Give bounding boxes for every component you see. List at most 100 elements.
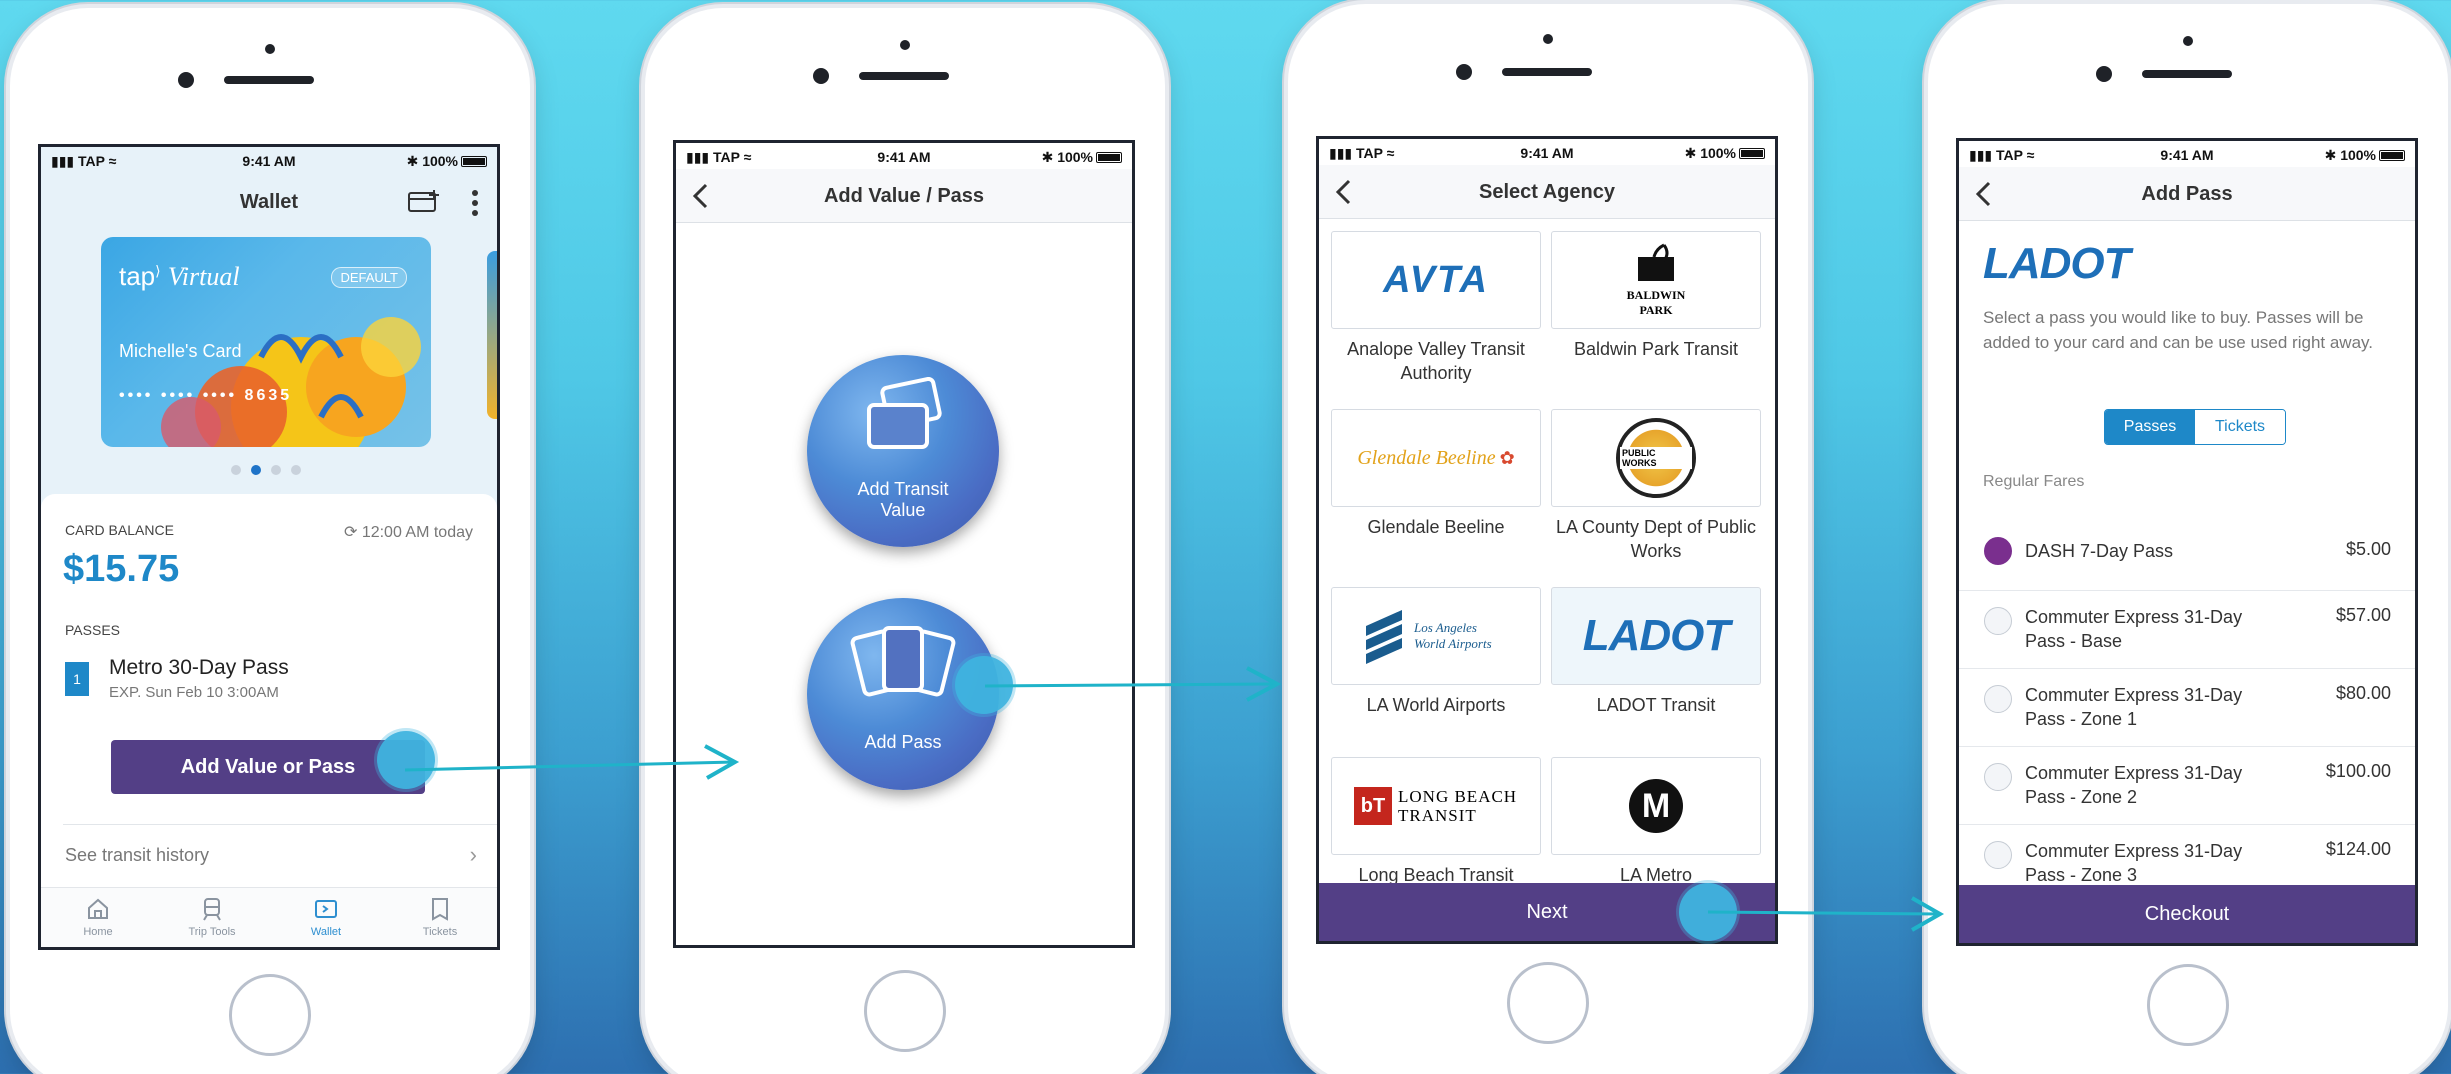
history-link[interactable]: See transit history › bbox=[65, 828, 477, 882]
metro-logo: M bbox=[1629, 779, 1683, 833]
agency-ladot-transit[interactable]: LADOT LADOT Transit bbox=[1551, 587, 1761, 717]
pass-row[interactable]: Commuter Express 31-Day Pass - Base $57.… bbox=[1959, 591, 2415, 669]
carousel-dots bbox=[231, 465, 301, 475]
ladot-logo: LADOT bbox=[1582, 611, 1731, 660]
option-label: Add Transit Value bbox=[857, 479, 949, 520]
agency-avta[interactable]: AVTA Analope Valley Transit Authority bbox=[1331, 231, 1541, 385]
page-title: Select Agency bbox=[1479, 181, 1615, 203]
proximity-sensor bbox=[265, 44, 275, 54]
la-county-seal: PUBLIC WORKS bbox=[1616, 418, 1696, 498]
status-bar: ▮▮▮ TAP ≈ 9:41 AM ✱ 100% bbox=[1959, 141, 2415, 167]
pass-row-name: Commuter Express 31-Day Pass - Zone 3 bbox=[2025, 841, 2243, 885]
lbt-wordmark: LONG BEACH TRANSIT bbox=[1398, 787, 1518, 825]
pass-name: Metro 30-Day Pass bbox=[109, 656, 289, 679]
glendale-beeline-logo: Glendale Beeline bbox=[1357, 446, 1496, 469]
agency-label: LA County Dept of Public Works bbox=[1555, 517, 1757, 561]
pass-row[interactable]: DASH 7-Day Pass $5.00 bbox=[1959, 513, 2415, 591]
card-brand: tap⟩ Virtual bbox=[119, 261, 240, 291]
radio[interactable] bbox=[1984, 841, 2012, 869]
bee-icon: ✿ bbox=[1499, 447, 1515, 468]
flow-arrow-icon bbox=[405, 744, 740, 780]
pass-row-price: $57.00 bbox=[2335, 605, 2391, 625]
front-camera bbox=[178, 72, 194, 88]
front-camera bbox=[2096, 66, 2112, 82]
avta-logo: AVTA bbox=[1383, 258, 1489, 301]
radio[interactable] bbox=[1984, 763, 2012, 791]
home-icon bbox=[88, 898, 108, 919]
home-button[interactable] bbox=[229, 974, 311, 1056]
agency-label: Analope Valley Transit Authority bbox=[1347, 339, 1525, 383]
agency-la-world-airports[interactable]: Los Angeles World Airports LA World Airp… bbox=[1331, 587, 1541, 717]
agency-label: LA World Airports bbox=[1366, 695, 1506, 715]
screen: ▮▮▮ TAP ≈ 9:41 AM ✱ 100% Wallet tap⟩ Vir… bbox=[38, 144, 500, 950]
battery: ✱ 100% bbox=[407, 153, 487, 170]
battery: ✱ 100% bbox=[1685, 145, 1765, 162]
tab-wallet[interactable]: Wallet bbox=[269, 888, 383, 947]
pass-row-name: Commuter Express 31-Day Pass - Zone 2 bbox=[2025, 763, 2243, 807]
pass-row[interactable]: Commuter Express 31-Day Pass - Zone 1 $8… bbox=[1959, 669, 2415, 747]
flow-arrow-icon bbox=[985, 666, 1282, 702]
agency-glendale-beeline[interactable]: Glendale Beeline ✿ Glendale Beeline bbox=[1331, 409, 1541, 539]
radio[interactable] bbox=[1984, 685, 2012, 713]
tab-tickets[interactable]: Tickets bbox=[383, 888, 497, 947]
wallet-icon bbox=[315, 900, 337, 918]
add-card-icon[interactable] bbox=[407, 189, 441, 215]
battery: ✱ 100% bbox=[1042, 149, 1122, 166]
proximity-sensor bbox=[900, 40, 910, 50]
toggle-passes[interactable]: Passes bbox=[2105, 410, 2195, 444]
toggle-tickets[interactable]: Tickets bbox=[2195, 410, 2285, 444]
option-label: Add Pass bbox=[864, 732, 942, 752]
page-title: Add Pass bbox=[2141, 183, 2233, 205]
add-transit-value-button[interactable]: Add Transit Value bbox=[807, 355, 999, 547]
balance-sheet: CARD BALANCE ⟳ 12:00 AM today $15.75 PAS… bbox=[41, 494, 497, 887]
tab-home[interactable]: Home bbox=[41, 888, 155, 947]
pass-description: Select a pass you would like to buy. Pas… bbox=[1983, 308, 2373, 352]
tab-bar: Home Trip Tools Wallet Tickets bbox=[41, 887, 497, 947]
page-title: Add Value / Pass bbox=[823, 185, 985, 207]
pass-row-name: Commuter Express 31-Day Pass - Base bbox=[2025, 607, 2243, 651]
nav-bar: Select Agency bbox=[1319, 165, 1775, 219]
checkout-button[interactable]: Checkout bbox=[1959, 885, 2415, 943]
baldwin-park-logo: BALDWIN PARK bbox=[1621, 243, 1691, 318]
agency-label: LADOT Transit bbox=[1596, 695, 1716, 715]
radio-selected[interactable] bbox=[1984, 537, 2012, 565]
more-icon[interactable] bbox=[471, 189, 479, 217]
home-button[interactable] bbox=[864, 970, 946, 1052]
default-badge: DEFAULT bbox=[331, 267, 407, 288]
tab-trip-tools[interactable]: Trip Tools bbox=[155, 888, 269, 947]
flow-arrow-icon bbox=[1708, 896, 1945, 932]
screen: ▮▮▮ TAP ≈ 9:41 AM ✱ 100% Add Value / Pas… bbox=[673, 140, 1135, 948]
battery: ✱ 100% bbox=[2325, 147, 2405, 164]
home-button[interactable] bbox=[1507, 962, 1589, 1044]
status-bar: ▮▮▮ TAP ≈ 9:41 AM ✱ 100% bbox=[41, 147, 497, 173]
earpiece bbox=[224, 76, 314, 84]
chevron-right-icon: › bbox=[469, 842, 477, 867]
divider bbox=[63, 824, 497, 825]
card-name: Michelle's Card bbox=[119, 341, 242, 361]
tap-card[interactable]: tap⟩ Virtual DEFAULT Michelle's Card •••… bbox=[101, 237, 431, 447]
agency-baldwin-park[interactable]: BALDWIN PARK Baldwin Park Transit bbox=[1551, 231, 1761, 361]
pass-type-toggle: Passes Tickets bbox=[2104, 409, 2286, 445]
radio[interactable] bbox=[1984, 607, 2012, 635]
agency-la-metro[interactable]: M LA Metro bbox=[1551, 757, 1761, 887]
passes-label: PASSES bbox=[65, 622, 120, 638]
next-card-peek[interactable] bbox=[487, 251, 497, 419]
phone-add-pass: ▮▮▮ TAP ≈ 9:41 AM ✱ 100% Add Pass LADOT … bbox=[1928, 4, 2448, 1074]
balance-label: CARD BALANCE bbox=[65, 522, 174, 538]
pass-badge: 1 bbox=[65, 662, 89, 696]
agency-label: Baldwin Park Transit bbox=[1573, 339, 1739, 359]
pass-row-price: $5.00 bbox=[2345, 539, 2391, 559]
earpiece bbox=[1502, 68, 1592, 76]
proximity-sensor bbox=[2183, 36, 2193, 46]
status-bar: ▮▮▮ TAP ≈ 9:41 AM ✱ 100% bbox=[676, 143, 1132, 169]
balance-updated: ⟳ 12:00 AM today bbox=[343, 524, 473, 541]
agency-long-beach-transit[interactable]: bT LONG BEACH TRANSIT Long Beach Transit bbox=[1331, 757, 1541, 887]
pass-row[interactable]: Commuter Express 31-Day Pass - Zone 2 $1… bbox=[1959, 747, 2415, 825]
agency-la-county-dpw[interactable]: PUBLIC WORKS LA County Dept of Public Wo… bbox=[1551, 409, 1761, 563]
screen: ▮▮▮ TAP ≈ 9:41 AM ✱ 100% Add Pass LADOT … bbox=[1956, 138, 2418, 946]
ladot-brand: LADOT bbox=[1983, 239, 2131, 288]
balance-amount: $15.75 bbox=[63, 548, 180, 590]
refresh-icon[interactable]: ⟳ bbox=[344, 524, 357, 541]
front-camera bbox=[1456, 64, 1472, 80]
home-button[interactable] bbox=[2147, 964, 2229, 1046]
